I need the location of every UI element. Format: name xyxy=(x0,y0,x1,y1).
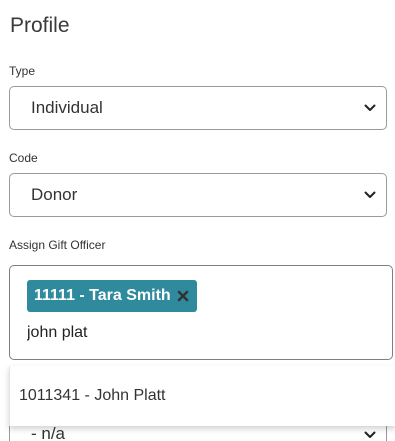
profile-panel: Profile Type Individual Code Donor Assig… xyxy=(0,0,395,441)
gift-officer-label: Assign Gift Officer xyxy=(9,238,106,252)
type-select[interactable]: Individual xyxy=(9,86,387,130)
close-icon[interactable] xyxy=(177,290,189,302)
type-select-value: Individual xyxy=(31,98,103,117)
type-label: Type xyxy=(9,64,36,78)
selected-officer-chip: 11111 - Tara Smith xyxy=(27,280,197,312)
gift-officer-multiselect[interactable]: 11111 - Tara Smith xyxy=(9,265,393,360)
page-title: Profile xyxy=(10,14,70,37)
next-select-value: - n/a xyxy=(31,424,66,441)
chip-label: 11111 - Tara Smith xyxy=(34,287,171,304)
gift-officer-search-input[interactable] xyxy=(27,324,327,342)
chevron-down-icon xyxy=(364,191,376,198)
code-select-value: Donor xyxy=(31,185,78,204)
chevron-down-icon xyxy=(364,431,376,438)
code-select[interactable]: Donor xyxy=(9,173,387,217)
chevron-down-icon xyxy=(364,104,376,111)
dropdown-option[interactable]: 1011341 - John Platt xyxy=(19,387,165,405)
code-label: Code xyxy=(9,151,38,165)
gift-officer-dropdown: 1011341 - John Platt xyxy=(9,366,395,426)
